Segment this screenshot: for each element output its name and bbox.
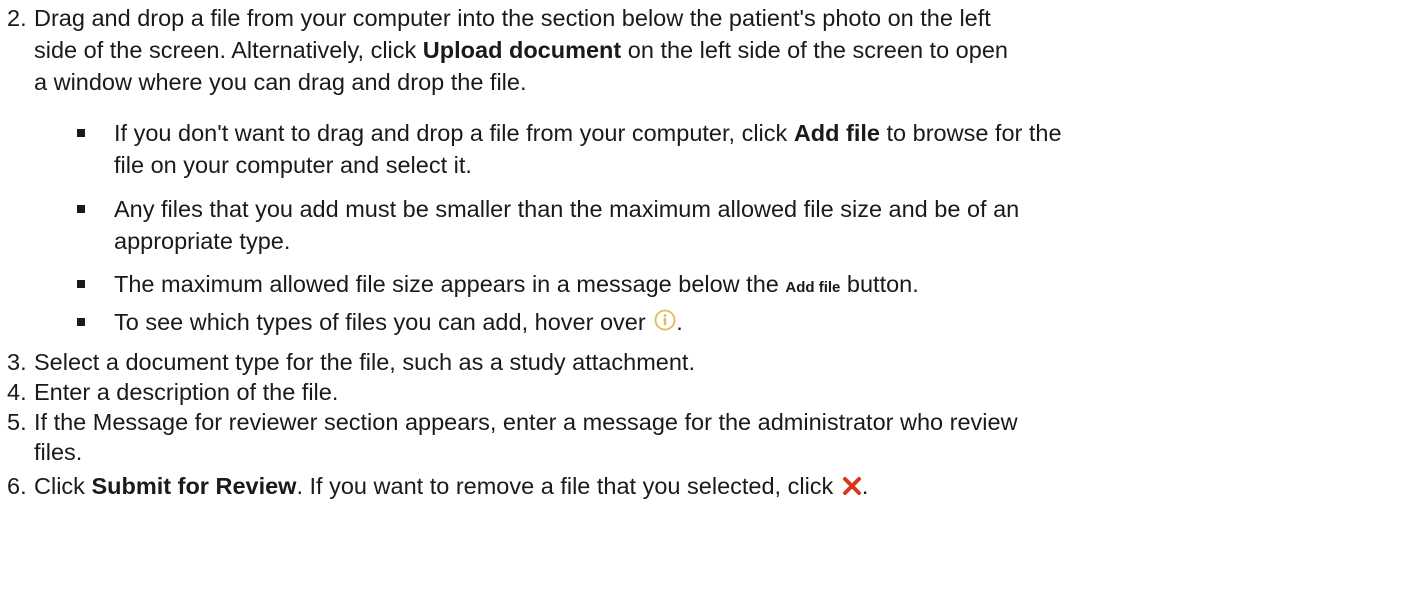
bullet-marker bbox=[77, 205, 85, 213]
step-text: . If you want to remove a file that you … bbox=[296, 473, 840, 499]
instructions-document: 2. Drag and drop a file from your comput… bbox=[0, 0, 1415, 595]
bullet-text: The maximum allowed file size appears in… bbox=[114, 271, 786, 297]
bullet-text-line: The maximum allowed file size appears in… bbox=[114, 268, 1404, 304]
red-x-icon bbox=[842, 472, 862, 504]
add-file-button-label: Add file bbox=[785, 279, 841, 296]
step-number: 5. bbox=[7, 409, 27, 435]
step-text: side of the screen. Alternatively, click bbox=[34, 37, 423, 63]
add-file-label: Add file bbox=[793, 120, 880, 146]
step-text-line: Select a document type for the file, suc… bbox=[34, 349, 695, 375]
step-text-line: side of the screen. Alternatively, click… bbox=[34, 34, 1394, 66]
bullet-text: button. bbox=[840, 271, 919, 297]
bullet-text-line: To see which types of files you can add,… bbox=[114, 306, 1404, 339]
info-circle-icon bbox=[654, 307, 676, 339]
step-text-line: Click Submit for Review. If you want to … bbox=[34, 470, 1394, 504]
step-number: 3. bbox=[7, 349, 27, 375]
step-text: . bbox=[861, 473, 869, 499]
bullet-text: . bbox=[676, 309, 683, 335]
bullet-text-line: appropriate type. bbox=[114, 228, 291, 254]
upload-document-label: Upload document bbox=[422, 37, 622, 63]
step-text: on the left side of the screen to open bbox=[621, 37, 1008, 63]
bullet-text-line: If you don't want to drag and drop a fil… bbox=[114, 117, 1404, 149]
step-text-line: Enter a description of the file. bbox=[34, 379, 339, 405]
step-text-line: Drag and drop a file from your computer … bbox=[34, 5, 991, 31]
step-text-line: If the Message for reviewer section appe… bbox=[34, 409, 1018, 435]
step-text-line: files. bbox=[34, 439, 83, 465]
bullet-marker bbox=[77, 129, 85, 137]
step-number: 4. bbox=[7, 379, 27, 405]
bullet-marker bbox=[77, 318, 85, 326]
step-number: 6. bbox=[7, 473, 27, 499]
bullet-text: to browse for the bbox=[879, 120, 1062, 146]
step-text-line: a window where you can drag and drop the… bbox=[34, 69, 527, 95]
bullet-text-line: Any files that you add must be smaller t… bbox=[114, 196, 1020, 222]
bullet-text-line: file on your computer and select it. bbox=[114, 152, 472, 178]
bullet-text: If you don't want to drag and drop a fil… bbox=[114, 120, 794, 146]
submit-for-review-label: Submit for Review bbox=[91, 473, 297, 499]
bullet-marker bbox=[77, 280, 85, 288]
step-number: 2. bbox=[7, 5, 27, 31]
bullet-text: To see which types of files you can add,… bbox=[114, 309, 653, 335]
step-text: Click bbox=[34, 473, 92, 499]
